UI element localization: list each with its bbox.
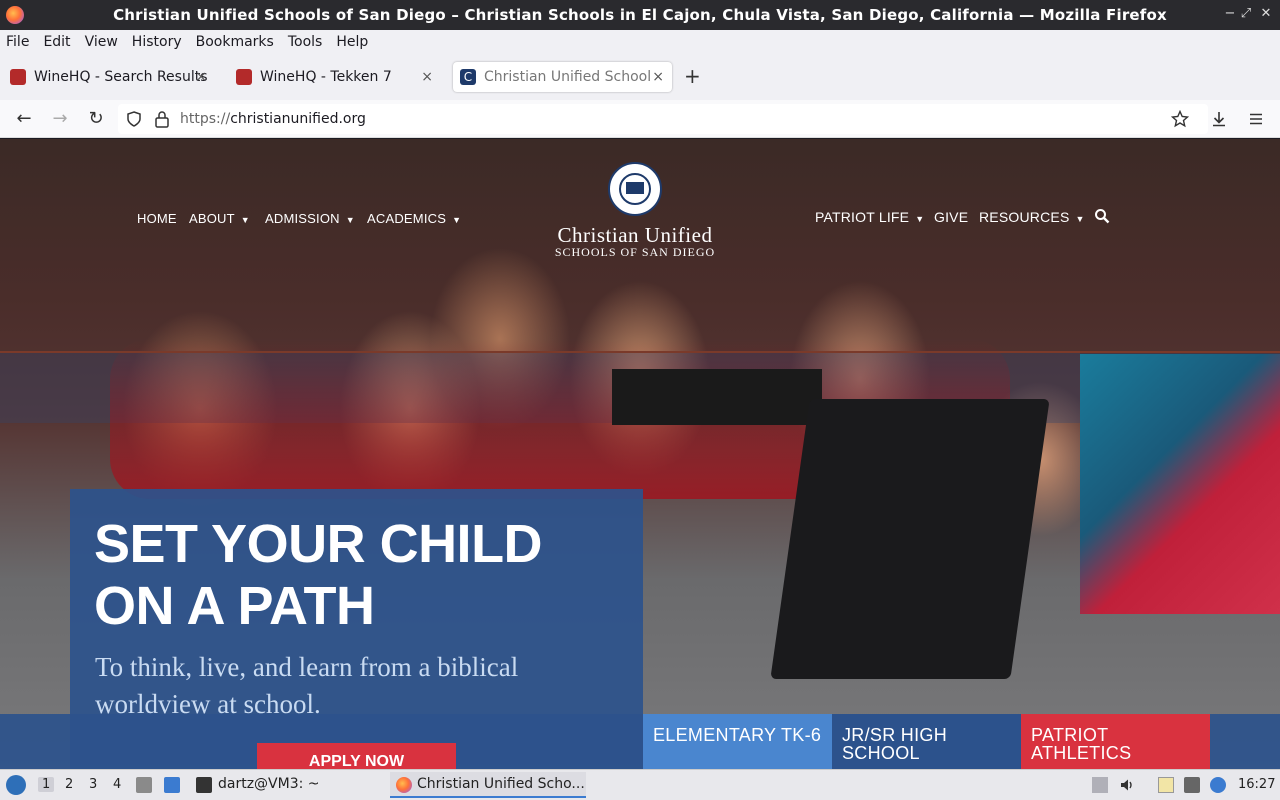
- caret-down-icon: ▼: [345, 215, 355, 225]
- menu-help[interactable]: Help: [336, 34, 368, 50]
- tab-winehq-tekken[interactable]: WineHQ - Tekken 7 ×: [236, 62, 441, 92]
- search-icon[interactable]: [1094, 208, 1110, 224]
- workspace-2[interactable]: 2: [65, 777, 73, 792]
- window-titlebar: Christian Unified Schools of San Diego –…: [0, 0, 1280, 30]
- menu-tools[interactable]: Tools: [288, 34, 323, 50]
- hero-photo-mousepad: [612, 369, 822, 425]
- menu-bookmarks[interactable]: Bookmarks: [196, 34, 274, 50]
- close-icon[interactable]: ×: [421, 69, 433, 85]
- page-content: HOME ABOUT ▼ ADMISSION ▼ ACADEMICS ▼ Christ…: [0, 139, 1280, 769]
- hamburger-menu-icon[interactable]: [1247, 110, 1265, 128]
- volume-icon[interactable]: [1119, 777, 1135, 793]
- hero-panel: SET YOUR CHILD ON A PATH To think, live,…: [70, 489, 643, 769]
- menu-history[interactable]: History: [132, 34, 182, 50]
- firefox-icon: [396, 777, 412, 793]
- card-jr-sr-high[interactable]: JR/SR HIGH SCHOOL: [832, 714, 1021, 769]
- workspace-3[interactable]: 3: [89, 777, 97, 792]
- menu-bar: File Edit View History Bookmarks Tools H…: [0, 30, 1280, 54]
- hero-subtitle: To think, live, and learn from a biblica…: [95, 652, 519, 719]
- back-button[interactable]: ←: [12, 108, 36, 129]
- school-favicon-icon: C: [460, 69, 476, 85]
- close-button[interactable]: ✕: [1256, 6, 1276, 21]
- url-bar[interactable]: https://christianunified.org: [118, 104, 1208, 134]
- clipboard-icon[interactable]: [1158, 777, 1174, 793]
- site-nav-about[interactable]: ABOUT ▼: [189, 211, 250, 226]
- file-manager-icon[interactable]: [136, 777, 152, 793]
- divider-line: [0, 351, 1280, 353]
- card-patriot-athletics[interactable]: PATRIOT ATHLETICS: [1021, 714, 1210, 769]
- caret-down-icon: ▼: [1075, 214, 1085, 224]
- tab-label: Christian Unified Schools: [484, 69, 659, 85]
- update-notification-icon[interactable]: [1210, 777, 1226, 793]
- tab-label: WineHQ - Tekken 7: [260, 69, 392, 85]
- network-icon[interactable]: [1184, 777, 1200, 793]
- tab-bar: WineHQ - Search Results × WineHQ - Tekke…: [0, 54, 1280, 100]
- wine-icon: [10, 69, 26, 85]
- taskbar-firefox-task[interactable]: Christian Unified Scho...: [390, 772, 586, 798]
- caret-down-icon: ▼: [240, 215, 250, 225]
- star-icon[interactable]: [1171, 110, 1189, 128]
- workspace-1[interactable]: 1: [38, 777, 55, 792]
- reload-button[interactable]: ↻: [84, 108, 108, 129]
- menu-view[interactable]: View: [85, 34, 118, 50]
- site-nav-admission[interactable]: ADMISSION ▼: [265, 211, 355, 226]
- taskbar: 1 2 3 4 dartz@VM3: ~ Christian Unified S…: [0, 769, 1280, 800]
- tray-up-icon[interactable]: [1092, 777, 1108, 793]
- workspace-4[interactable]: 4: [113, 777, 121, 792]
- site-nav-patriot-life[interactable]: PATRIOT LIFE ▼: [815, 209, 924, 225]
- card-elementary[interactable]: ELEMENTARY TK-6: [643, 714, 832, 769]
- tab-winehq-search[interactable]: WineHQ - Search Results ×: [10, 62, 215, 92]
- hero-photo-keyboard: [770, 399, 1050, 679]
- site-nav-resources[interactable]: RESOURCES ▼: [979, 209, 1085, 225]
- taskbar-terminal[interactable]: dartz@VM3: ~: [218, 776, 320, 792]
- new-tab-button[interactable]: +: [684, 64, 701, 88]
- terminal-icon[interactable]: [196, 777, 212, 793]
- school-seal-logo[interactable]: [608, 162, 662, 216]
- clock[interactable]: 16:27: [1238, 777, 1275, 792]
- navigation-bar: ← → ↻ https://christianunified.org: [0, 100, 1280, 138]
- forward-button[interactable]: →: [48, 108, 72, 129]
- site-nav-home[interactable]: HOME: [137, 211, 177, 226]
- site-nav-academics[interactable]: ACADEMICS ▼: [367, 211, 461, 226]
- firefox-icon: [6, 6, 24, 24]
- menu-file[interactable]: File: [6, 34, 29, 50]
- close-icon[interactable]: ×: [195, 69, 207, 85]
- caret-down-icon: ▼: [452, 215, 462, 225]
- tab-label: WineHQ - Search Results: [34, 69, 208, 85]
- caret-down-icon: ▼: [915, 214, 925, 224]
- window-title: Christian Unified Schools of San Diego –…: [113, 6, 1167, 24]
- desktop-icon[interactable]: [164, 777, 180, 793]
- download-icon[interactable]: [1210, 110, 1228, 128]
- maximize-button[interactable]: ⤢: [1236, 6, 1256, 21]
- wine-icon: [236, 69, 252, 85]
- tab-christian-unified[interactable]: C Christian Unified Schools ×: [453, 62, 672, 92]
- site-nav-give[interactable]: GIVE: [934, 209, 968, 225]
- hero-photo-monitor: [1080, 354, 1280, 614]
- shield-icon[interactable]: [126, 111, 142, 127]
- url-text: https://christianunified.org: [180, 111, 366, 127]
- taskbar-task-label: Christian Unified Scho...: [417, 776, 585, 792]
- logo-subtitle[interactable]: SCHOOLS OF SAN DIEGO: [520, 245, 750, 260]
- hero-title: SET YOUR CHILD ON A PATH: [94, 514, 543, 636]
- start-menu-icon[interactable]: [6, 775, 26, 795]
- lock-icon[interactable]: [154, 110, 170, 128]
- close-icon[interactable]: ×: [650, 69, 664, 85]
- menu-edit[interactable]: Edit: [43, 34, 70, 50]
